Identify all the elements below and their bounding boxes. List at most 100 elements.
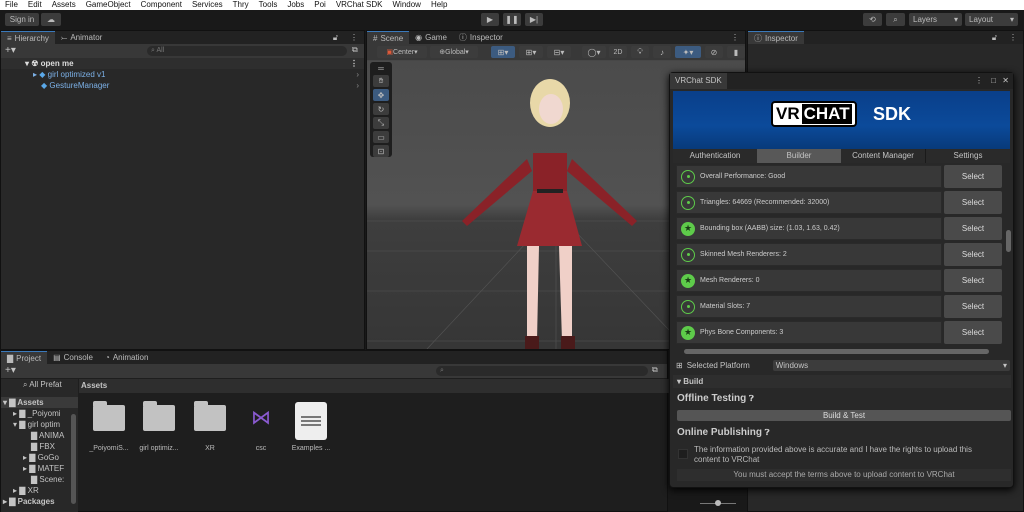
scale-tool-icon[interactable]: ⤡ — [373, 117, 389, 129]
tab-authentication[interactable]: Authentication — [673, 149, 757, 163]
lock-icon[interactable]: 🔓︎ — [986, 31, 1003, 44]
chevron-right-icon[interactable]: › — [356, 69, 359, 80]
menu-vrchat-sdk[interactable]: VRChat SDK — [331, 0, 388, 10]
tree-item[interactable]: ▸ ▇ _Poiyomi — [1, 408, 78, 419]
tree-item[interactable]: ▇ FBX — [1, 441, 78, 452]
select-button[interactable]: Select — [944, 165, 1002, 188]
select-button[interactable]: Select — [944, 269, 1002, 292]
tree-item[interactable]: ▸ ▇ MATEF — [1, 463, 78, 474]
history-icon[interactable]: ⟲ — [863, 13, 882, 26]
select-button[interactable]: Select — [944, 243, 1002, 266]
space-dropdown[interactable]: ⊕ Global ▾ — [430, 46, 478, 58]
tab-animation[interactable]: ◔ Animation — [99, 351, 154, 364]
build-foldout[interactable]: ▾ Build — [673, 375, 1011, 388]
asset-document[interactable]: Examples ... — [286, 402, 336, 452]
close-icon[interactable]: ✕ — [1002, 76, 1009, 85]
tab-game[interactable]: ◉ Game — [409, 31, 453, 44]
menu-gameobject[interactable]: GameObject — [81, 0, 136, 10]
chevron-right-icon[interactable]: › — [356, 80, 359, 91]
asset-folder[interactable]: _PoiyomiS... — [84, 401, 134, 452]
help-icon[interactable]: ❓︎ — [765, 428, 770, 437]
tree-item[interactable]: ▸ ▇ XR — [1, 485, 78, 496]
layout-dropdown[interactable]: Layout ▾ — [965, 13, 1018, 26]
asset-folder[interactable]: XR — [185, 401, 235, 452]
cloud-icon[interactable]: ☁ — [41, 13, 61, 26]
menu-file[interactable]: File — [0, 0, 23, 10]
tab-inspector[interactable]: ⓘ Inspector — [748, 31, 804, 44]
menu-services[interactable]: Services — [187, 0, 228, 10]
build-and-test-button[interactable]: Build & Test — [677, 410, 1011, 421]
more-icon[interactable]: ⋮ — [350, 58, 358, 69]
horizontal-scrollbar[interactable] — [676, 347, 1006, 355]
filter-icon[interactable]: ⧉ — [652, 365, 658, 375]
audio-icon[interactable]: ♪ — [653, 46, 671, 58]
lighting-icon[interactable]: 💡︎ — [631, 46, 649, 58]
grid-snap-button[interactable]: ⊞▾ — [491, 46, 515, 58]
tree-item[interactable]: ▸ ▇ GoGo — [1, 452, 78, 463]
transform-tool-icon[interactable]: ⊡ — [373, 145, 389, 157]
draw-mode-button[interactable]: ◯▾ — [582, 46, 606, 58]
hierarchy-item[interactable]: ▸ ◆ girl optimized v1 › — [1, 69, 364, 80]
more-icon[interactable]: ⋮ — [975, 76, 983, 85]
hand-tool-icon[interactable]: ✋︎ — [373, 75, 389, 87]
menu-tools[interactable]: Tools — [254, 0, 283, 10]
menu-edit[interactable]: Edit — [23, 0, 47, 10]
tree-scrollbar[interactable] — [71, 414, 76, 504]
search-icon[interactable]: ⌕ — [886, 13, 905, 26]
hierarchy-item[interactable]: ◆ GestureManager › — [1, 80, 364, 91]
tab-hierarchy[interactable]: ≡ Hierarchy — [1, 31, 55, 44]
tree-item-assets[interactable]: ▾ ▇ Assets — [1, 397, 78, 408]
asset-solution[interactable]: ⋈ csc — [236, 405, 286, 452]
more-icon[interactable]: ⋮ — [344, 31, 364, 44]
help-icon[interactable]: ❓︎ — [749, 394, 754, 403]
menu-window[interactable]: Window — [388, 0, 426, 10]
tab-animator[interactable]: ⤚ Animator — [55, 31, 108, 44]
ruler-button[interactable]: ⊟▾ — [547, 46, 571, 58]
breadcrumb[interactable]: Assets — [79, 379, 669, 393]
select-button[interactable]: Select — [944, 217, 1002, 240]
layers-dropdown[interactable]: Layers ▾ — [909, 13, 962, 26]
camera-icon[interactable]: ▮ — [727, 46, 745, 58]
toggle-2d-button[interactable]: 2D — [609, 46, 627, 58]
tab-scene[interactable]: # Scene — [367, 31, 410, 44]
step-button[interactable]: ▶| — [525, 13, 543, 26]
hierarchy-search-input[interactable]: ⌕ All — [147, 46, 347, 56]
tab-project[interactable]: ▇ Project — [1, 351, 48, 364]
tree-item-packages[interactable]: ▸ ▇ Packages — [1, 496, 78, 507]
scrollbar-thumb[interactable] — [1006, 230, 1011, 252]
menu-jobs[interactable]: Jobs — [282, 0, 309, 10]
tab-builder[interactable]: Builder — [757, 149, 841, 163]
play-button[interactable]: ▶ — [481, 13, 499, 26]
scene-row[interactable]: ▾ ☢ open me ⋮ — [1, 58, 364, 69]
scene-visibility-icon[interactable]: ⧉ — [352, 45, 358, 55]
rect-tool-icon[interactable]: ▭ — [373, 131, 389, 143]
snap-increment-button[interactable]: ⊞▾ — [519, 46, 543, 58]
menu-component[interactable]: Component — [136, 0, 187, 10]
select-button[interactable]: Select — [944, 295, 1002, 318]
vertical-scrollbar[interactable] — [1004, 165, 1012, 345]
menu-assets[interactable]: Assets — [47, 0, 81, 10]
tab-console[interactable]: ▤ Console — [47, 351, 99, 364]
slider-thumb[interactable] — [715, 500, 721, 506]
asset-folder[interactable]: girl optimiz... — [134, 401, 184, 452]
hidden-objects-icon[interactable]: ⊘ — [705, 46, 723, 58]
sign-in-button[interactable]: Sign in — [5, 13, 39, 26]
add-button[interactable]: +▾ — [5, 365, 16, 376]
move-tool-icon[interactable]: ✥ — [373, 89, 389, 101]
zoom-slider[interactable] — [700, 500, 736, 506]
menu-poi[interactable]: Poi — [309, 0, 331, 10]
maximize-icon[interactable]: □ — [991, 76, 996, 85]
search-filter[interactable]: ⌕ All Prefat — [1, 379, 78, 390]
project-search-input[interactable]: ⌕ — [436, 366, 648, 376]
more-icon[interactable]: ⋮ — [725, 31, 745, 44]
terms-checkbox[interactable] — [678, 449, 688, 459]
drag-handle-icon[interactable]: ═ — [378, 64, 384, 73]
lock-icon[interactable]: 🔓︎ — [327, 31, 344, 44]
tab-settings[interactable]: Settings — [926, 149, 1010, 163]
add-button[interactable]: +▾ — [5, 45, 16, 56]
pivot-dropdown[interactable]: ▣ Center ▾ — [377, 46, 427, 58]
platform-dropdown[interactable]: Windows ▾ — [772, 360, 1010, 371]
menu-help[interactable]: Help — [426, 0, 452, 10]
rotate-tool-icon[interactable]: ↻ — [373, 103, 389, 115]
more-icon[interactable]: ⋮ — [1003, 31, 1023, 44]
